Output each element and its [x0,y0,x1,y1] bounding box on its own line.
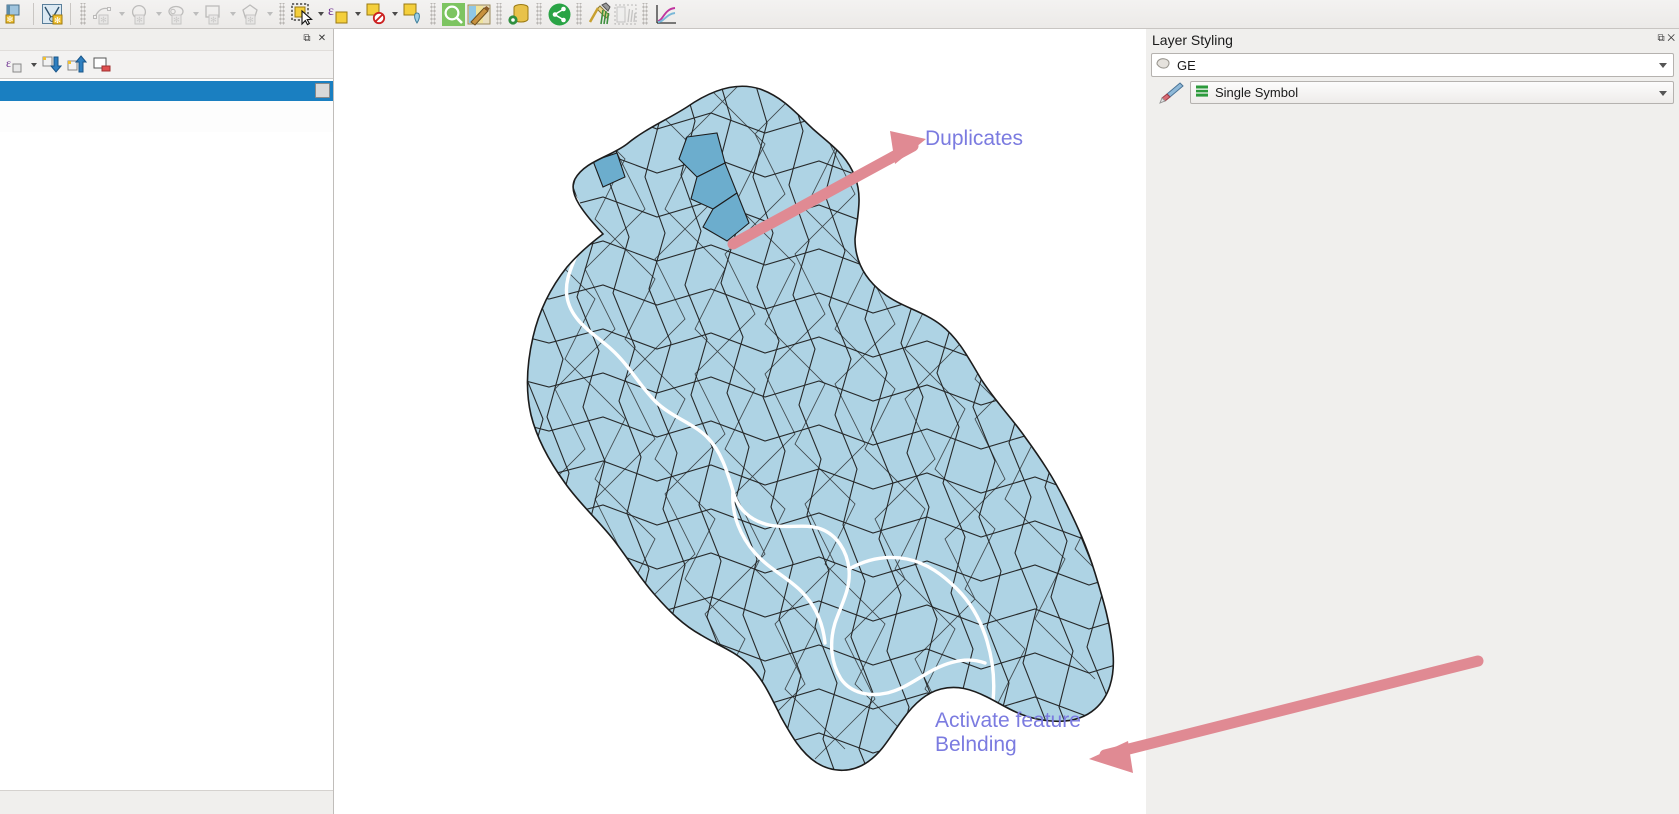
svg-text:✻: ✻ [100,16,107,25]
layers-panel-footer [0,790,333,814]
float-panel-icon[interactable]: ⧉ [1657,33,1664,44]
renderer-type-combo[interactable]: Single Symbol [1190,81,1674,104]
toolbar-separator [33,3,34,25]
svg-text:✻: ✻ [210,16,217,25]
add-circle-feature-icon[interactable]: ✻ [127,1,153,27]
toolbar-separator [70,3,71,25]
close-panel-icon[interactable]: ✕ [1667,33,1675,44]
toolbar-grip[interactable] [430,3,436,25]
single-symbol-icon [1195,84,1209,101]
svg-text:✻: ✻ [7,15,14,24]
export-up-icon[interactable] [64,53,89,77]
layer-selector-combo[interactable]: GE [1151,53,1674,77]
annotation-activate-feature-blending: Activate feature Belnding [935,709,1081,756]
svg-text:ε: ε [6,56,11,70]
select-by-expression-icon[interactable]: ε [326,1,352,27]
add-ellipse-feature-icon[interactable]: ✻ [164,1,190,27]
deselect-dropdown-arrow[interactable] [389,1,400,27]
add-rectangle-dropdown-arrow[interactable] [227,1,238,27]
layers-panel-header: ⧉ ✕ [0,29,333,51]
zoom-to-selection-icon[interactable] [440,1,466,27]
toolbar-grip[interactable] [536,3,542,25]
add-rectangle-feature-icon[interactable]: ✻ [201,1,227,27]
close-panel-icon[interactable]: ✕ [316,33,328,45]
clear-selection-icon[interactable] [89,53,114,77]
plot-tool-icon[interactable] [652,1,678,27]
select-features-dropdown-arrow[interactable] [315,1,326,27]
toolbar-grip[interactable] [496,3,502,25]
import-down-icon[interactable] [39,53,64,77]
chevron-down-icon[interactable] [1659,90,1667,96]
open-attribute-table-icon[interactable] [466,1,492,27]
svg-text:✻: ✻ [173,16,180,25]
add-ellipse-dropdown-arrow[interactable] [190,1,201,27]
chevron-down-icon[interactable] [1659,63,1667,68]
layers-panel-body [0,132,333,790]
main-toolbar: ✻ ✻ ✻ ✻ ✻ ✻ ✻ ε [0,0,1679,29]
panel-dock-buttons[interactable]: ⧉ ✕ [1657,33,1675,44]
select-features-icon[interactable] [289,1,315,27]
select-by-expression-dropdown-arrow[interactable] [352,1,363,27]
float-panel-icon[interactable]: ⧉ [301,33,313,45]
svg-text:✻: ✻ [54,16,61,25]
svg-text:✻: ✻ [247,16,254,25]
database-manager-icon[interactable] [506,1,532,27]
map-canvas[interactable]: Duplicates Activate feature Belnding [335,29,1135,814]
renderer-type-label: Single Symbol [1215,85,1299,100]
polygon-layer-icon [1156,57,1171,73]
deselect-features-icon[interactable] [363,1,389,27]
svg-text:✻: ✻ [136,16,143,25]
add-line-dropdown-arrow[interactable] [116,1,127,27]
add-line-feature-icon[interactable]: ✻ [90,1,116,27]
qgis-window: ✻ ✻ ✻ ✻ ✻ ✻ ✻ ε ⧉ ✕ ε Duplicates Activat… [0,0,1679,814]
toolbar-grip[interactable] [80,3,86,25]
style-brush-icon [1158,81,1184,105]
layers-panel-toolbar: ε [0,51,333,79]
print-layout-icon[interactable] [612,1,638,27]
expression-dropdown-arrow[interactable] [28,52,39,78]
add-polygon-dropdown-arrow[interactable] [264,1,275,27]
toolbar-grip[interactable] [279,3,285,25]
layer-item-icon [315,83,330,98]
select-by-expression-icon[interactable]: ε [3,53,28,77]
panel-title: Layer Styling [1152,32,1233,48]
annotation-duplicates: Duplicates [925,127,1024,150]
layer-list-item-selected[interactable] [0,81,333,101]
add-circle-dropdown-arrow[interactable] [153,1,164,27]
select-by-location-icon[interactable] [400,1,426,27]
share-icon[interactable] [546,1,572,27]
add-polygon-feature-icon[interactable]: ✻ [238,1,264,27]
digitize-with-segment-icon[interactable]: ✻ [2,1,28,27]
toggle-editing-icon[interactable]: ✻ [39,1,65,27]
layer-name-label: GE [1177,57,1196,73]
toolbar-grip[interactable] [576,3,582,25]
svg-text:ε: ε [328,4,334,19]
toolbar-grip[interactable] [642,3,648,25]
processing-toolbox-icon[interactable] [586,1,612,27]
layers-panel: ⧉ ✕ ε [0,29,334,814]
layer-styling-panel: Layer Styling ⧉ ✕ GE Single Symbol [1146,29,1679,814]
